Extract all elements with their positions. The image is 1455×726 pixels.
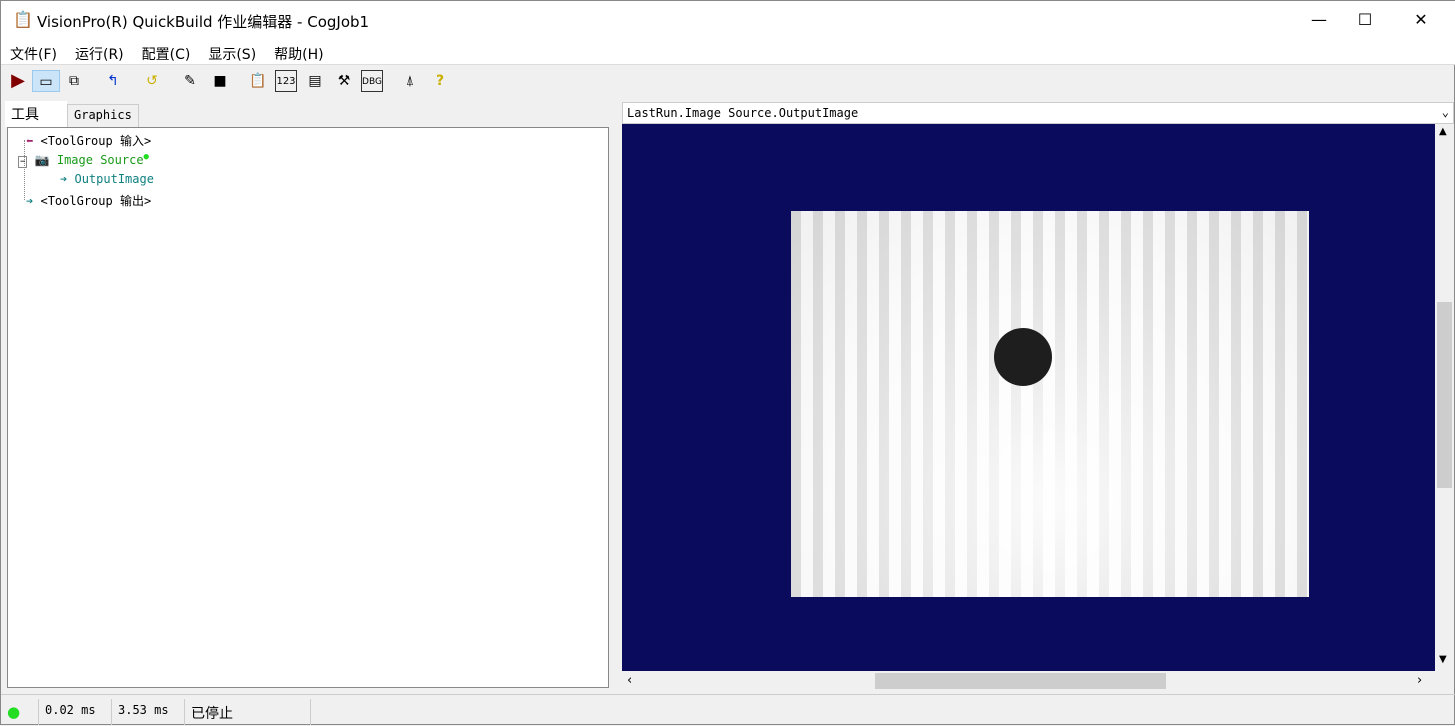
status-led-icon: ● <box>1 699 39 725</box>
tree-item-input[interactable]: ⬅ <ToolGroup 输入> <box>26 132 151 149</box>
camera-icon[interactable]: ■ <box>209 70 231 92</box>
app-icon: 📋 <box>13 10 33 29</box>
reset-icon[interactable]: ↰ <box>102 70 124 92</box>
floating-display-icon[interactable]: ⧉ <box>63 70 85 92</box>
toolbar: ▶ ▭ ⧉ ↰ ↺ ✎ ■ 📋 123 ▤ ⚒ DBG ⍋ ? <box>1 66 1455 96</box>
menu-view[interactable]: 显示(S) <box>199 41 265 67</box>
run-icon[interactable]: ▶ <box>7 70 29 92</box>
reload-icon[interactable]: ↺ <box>141 70 163 92</box>
show-tool-display-icon[interactable]: ▭ <box>32 70 60 92</box>
chevron-down-icon: ⌄ <box>1441 105 1449 119</box>
scroll-left-icon[interactable]: ‹ <box>627 673 632 688</box>
scroll-up-icon[interactable]: ▲ <box>1439 126 1447 137</box>
tab-tools[interactable]: 工具 <box>5 101 67 127</box>
arrow-right-icon: ➔ <box>60 172 68 186</box>
acquire-icon[interactable]: ✎ <box>179 70 201 92</box>
vertical-scrollbar[interactable]: ▲ ▼ <box>1435 124 1454 671</box>
collapse-icon[interactable]: − <box>18 156 28 168</box>
total-time: 3.53 ms <box>112 699 185 725</box>
tool-tree: ⬅ <ToolGroup 输入> − 📷 Image Source● ➔ Out… <box>7 127 609 688</box>
horizontal-scrollbar[interactable]: ‹ › <box>622 671 1435 691</box>
menu-help[interactable]: 帮助(H) <box>265 41 332 67</box>
tree-item-image-source[interactable]: − 📷 Image Source● <box>18 152 149 168</box>
arrow-left-icon: ⬅ <box>26 134 34 148</box>
debug-icon[interactable]: DBG <box>361 70 383 92</box>
results-icon[interactable]: ▤ <box>304 70 326 92</box>
maximize-button[interactable]: ☐ <box>1342 1 1388 41</box>
tools-icon[interactable]: ⚒ <box>333 70 355 92</box>
camera-icon: 📷 <box>34 153 50 167</box>
scroll-right-icon[interactable]: › <box>1417 673 1422 688</box>
status-bar: ● 0.02 ms 3.53 ms 已停止 <box>1 694 1455 726</box>
window-title: VisionPro(R) QuickBuild 作业编辑器 - CogJob1 <box>37 13 370 31</box>
scroll-thumb[interactable] <box>875 673 1166 689</box>
scroll-down-icon[interactable]: ▼ <box>1439 654 1447 665</box>
scroll-thumb[interactable] <box>1437 302 1452 488</box>
tree-item-output[interactable]: ➔ <ToolGroup 输出> <box>26 192 151 209</box>
job-properties-icon[interactable]: 📋 <box>247 70 269 92</box>
run-state: 已停止 <box>185 699 311 725</box>
output-image <box>791 211 1309 597</box>
blob-circle <box>994 328 1052 386</box>
menu-run[interactable]: 运行(R) <box>66 41 133 67</box>
tree-item-output-image[interactable]: ➔ OutputImage <box>60 172 154 186</box>
pointer-icon[interactable]: ⍋ <box>399 70 421 92</box>
terminal-icon[interactable]: 123 <box>275 70 297 92</box>
image-display[interactable] <box>622 124 1435 671</box>
title-bar: 📋 VisionPro(R) QuickBuild 作业编辑器 - CogJob… <box>1 1 1455 41</box>
menu-config[interactable]: 配置(C) <box>133 41 200 67</box>
image-select-dropdown[interactable]: LastRun.Image Source.OutputImage ⌄ <box>622 102 1454 124</box>
minimize-button[interactable]: — <box>1296 1 1342 41</box>
arrow-right-icon: ➔ <box>26 194 34 208</box>
help-icon[interactable]: ? <box>429 70 451 92</box>
close-button[interactable]: ✕ <box>1398 1 1444 41</box>
last-run-time: 0.02 ms <box>39 699 112 725</box>
menu-file[interactable]: 文件(F) <box>1 41 66 67</box>
status-dot-icon: ● <box>143 152 149 162</box>
tab-graphics[interactable]: Graphics <box>67 104 139 128</box>
menu-bar: 文件(F) 运行(R) 配置(C) 显示(S) 帮助(H) <box>1 41 1455 65</box>
